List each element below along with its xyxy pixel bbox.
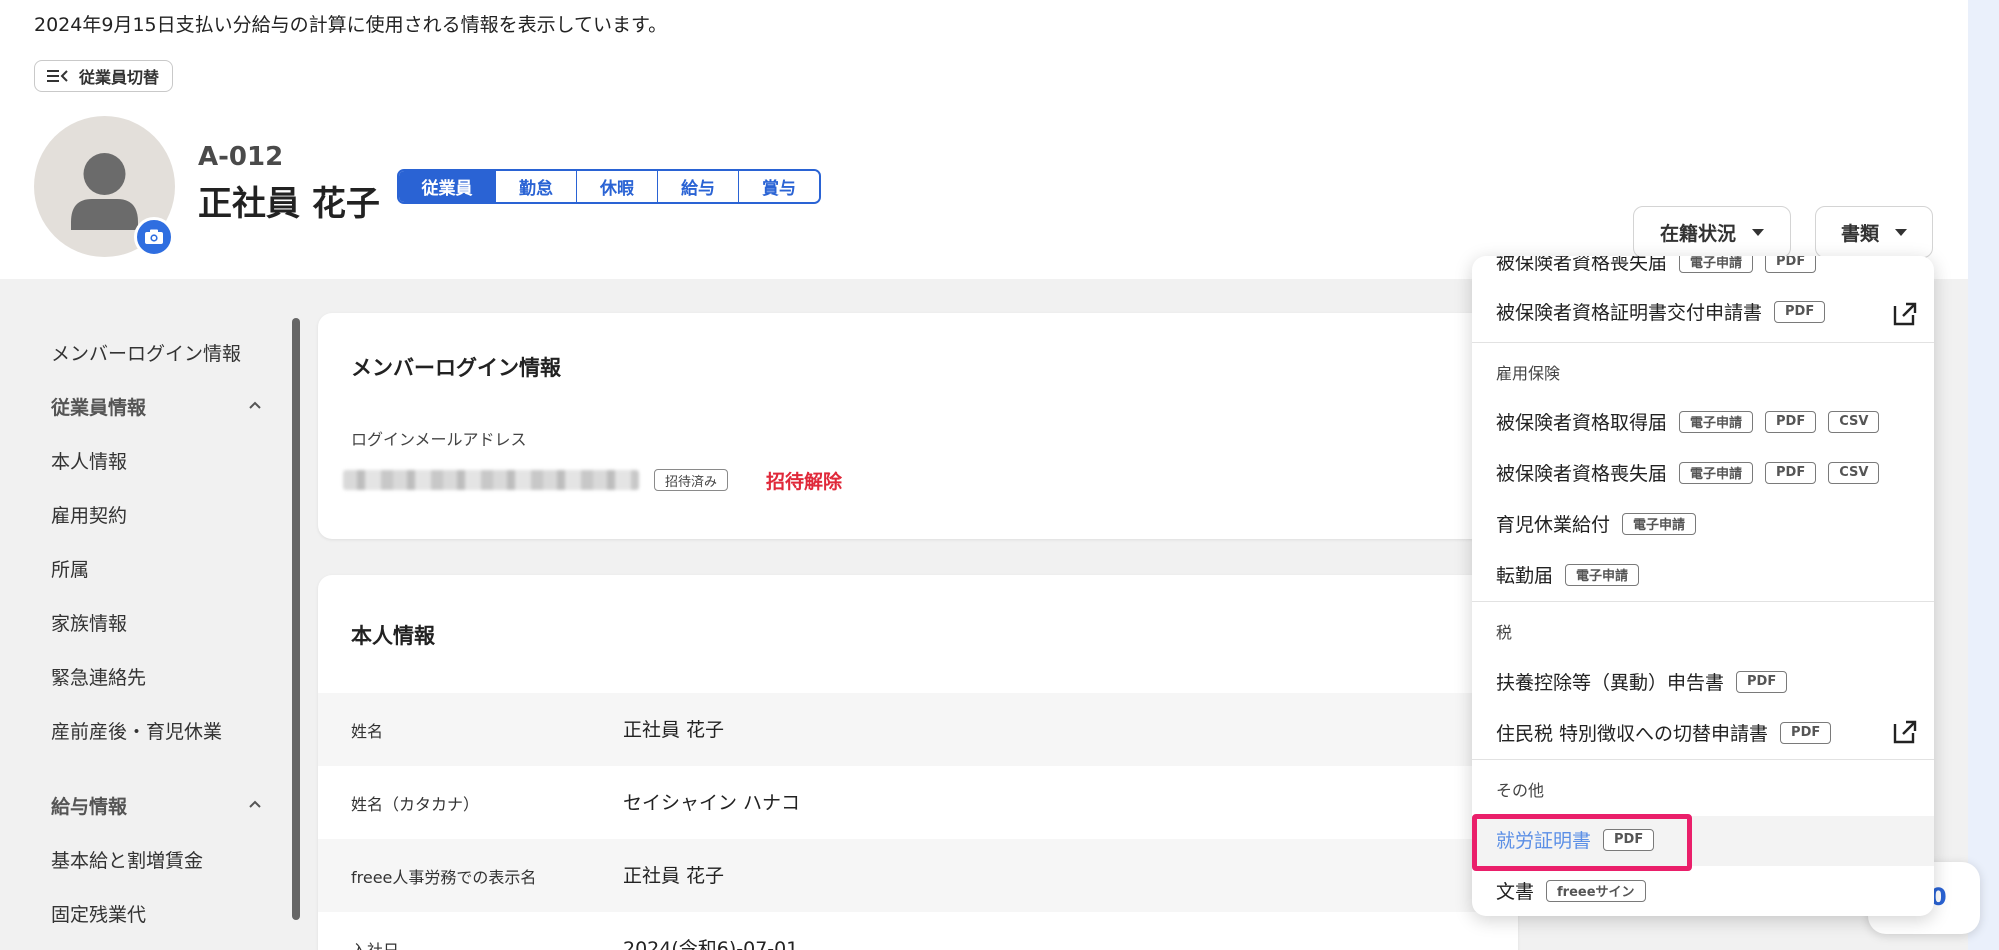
sidebar-item-member-login[interactable]: メンバーログイン情報 bbox=[51, 339, 241, 366]
documents-menu: 被保険者資格喪失届 電子申請 PDF 被保険者資格証明書交付申請書 PDF 雇用… bbox=[1472, 256, 1934, 916]
caret-down-icon bbox=[1895, 228, 1907, 236]
external-link-icon[interactable] bbox=[1892, 719, 1918, 745]
sidebar-item-fixed-overtime[interactable]: 固定残業代 bbox=[51, 900, 146, 927]
menu-item-label: 文書 bbox=[1496, 881, 1535, 903]
personal-info-title: 本人情報 bbox=[351, 624, 435, 648]
menu-item-label: 被保険者資格喪失届 bbox=[1496, 463, 1668, 485]
row-label: 姓名 bbox=[351, 722, 384, 741]
employee-switch-button[interactable]: 従業員切替 bbox=[34, 60, 174, 92]
menu-item-document[interactable]: 文書 freeeサイン bbox=[1496, 877, 1646, 904]
menu-item-transfer-notice[interactable]: 転勤届 電子申請 bbox=[1496, 561, 1640, 588]
menu-item-loss-of-qualification[interactable]: 被保険者資格喪失届 電子申請 PDF bbox=[1496, 256, 1817, 275]
sidebar-item-family[interactable]: 家族情報 bbox=[51, 609, 127, 636]
menu-item-childcare-benefit[interactable]: 育児休業給付 電子申請 bbox=[1496, 510, 1697, 537]
menu-divider bbox=[1472, 759, 1934, 760]
sidebar-scrollbar[interactable] bbox=[292, 318, 300, 920]
menu-section-tax: 税 bbox=[1496, 623, 1513, 642]
table-row: freee人事労務での表示名 正社員 花子 bbox=[318, 839, 1518, 912]
employee-name: 正社員 花子 bbox=[198, 184, 380, 224]
employment-status-dropdown[interactable]: 在籍状況 bbox=[1633, 206, 1791, 258]
badge-e-application: 電子申請 bbox=[1679, 461, 1754, 484]
menu-item-dependent-declaration[interactable]: 扶養控除等（異動）申告書 PDF bbox=[1496, 668, 1788, 695]
badge-pdf: PDF bbox=[1765, 461, 1817, 484]
camera-icon bbox=[145, 229, 163, 244]
sidebar-item-maternity-childcare[interactable]: 産前産後・育児休業 bbox=[51, 717, 222, 744]
highlight-box bbox=[1472, 814, 1692, 871]
tab-bonus[interactable]: 賞与 bbox=[739, 171, 819, 202]
sidebar-item-emergency-contact[interactable]: 緊急連絡先 bbox=[51, 663, 146, 690]
chevron-up-icon[interactable] bbox=[248, 398, 262, 412]
sidebar-group-salary-info[interactable]: 給与情報 bbox=[51, 792, 127, 819]
badge-e-application: 電子申請 bbox=[1679, 410, 1754, 433]
menu-item-label: 被保険者資格証明書交付申請書 bbox=[1496, 302, 1763, 324]
employment-status-label: 在籍状況 bbox=[1659, 222, 1736, 245]
table-row: 姓名 正社員 花子 bbox=[318, 693, 1518, 766]
row-value: セイシャイン ハナコ bbox=[623, 792, 801, 814]
row-value: 正社員 花子 bbox=[623, 719, 725, 741]
tab-leave[interactable]: 休暇 bbox=[577, 171, 658, 202]
payroll-info-text: 2024年9月15日支払い分給与の計算に使用される情報を表示しています。 bbox=[34, 14, 668, 36]
badge-pdf: PDF bbox=[1765, 410, 1817, 433]
badge-e-application: 電子申請 bbox=[1679, 256, 1754, 273]
menu-item-label: 扶養控除等（異動）申告書 bbox=[1496, 672, 1725, 694]
list-collapse-icon bbox=[47, 70, 68, 82]
table-row: 姓名（カタカナ） セイシャイン ハナコ bbox=[318, 766, 1518, 839]
change-photo-button[interactable] bbox=[134, 217, 174, 257]
revoke-invite-link[interactable]: 招待解除 bbox=[766, 467, 842, 494]
menu-item-label: 育児休業給付 bbox=[1496, 514, 1611, 536]
employee-code: A-012 bbox=[198, 142, 284, 172]
badge-pdf: PDF bbox=[1736, 670, 1788, 693]
login-email-value-redacted bbox=[343, 470, 639, 490]
row-label: 姓名（カタカナ） bbox=[351, 795, 480, 814]
menu-section-employment-insurance: 雇用保険 bbox=[1496, 364, 1561, 383]
login-email-label: ログインメールアドレス bbox=[351, 430, 527, 449]
menu-item-label: 住民税 特別徴収への切替申請書 bbox=[1496, 723, 1769, 745]
menu-item-resident-tax-switch[interactable]: 住民税 特別徴収への切替申請書 PDF bbox=[1496, 719, 1832, 746]
sidebar-item-personal-info[interactable]: 本人情報 bbox=[51, 447, 127, 474]
menu-divider bbox=[1472, 601, 1934, 602]
badge-csv: CSV bbox=[1828, 410, 1880, 433]
menu-item-qualification-certificate[interactable]: 被保険者資格証明書交付申請書 PDF bbox=[1496, 298, 1826, 325]
sidebar-group-employee-info[interactable]: 従業員情報 bbox=[51, 393, 146, 420]
row-value: 2024(令和6)-07-01 bbox=[623, 938, 799, 950]
menu-item-loss-notice[interactable]: 被保険者資格喪失届 電子申請 PDF CSV bbox=[1496, 459, 1880, 486]
row-value: 正社員 花子 bbox=[623, 865, 725, 887]
menu-item-acquisition-notice[interactable]: 被保険者資格取得届 電子申請 PDF CSV bbox=[1496, 408, 1880, 435]
menu-section-other: その他 bbox=[1496, 781, 1545, 800]
right-edge-panel bbox=[1968, 0, 1999, 950]
caret-down-icon bbox=[1752, 228, 1764, 236]
tab-attendance[interactable]: 勤怠 bbox=[496, 171, 577, 202]
documents-dropdown[interactable]: 書類 bbox=[1815, 206, 1933, 258]
badge-pdf: PDF bbox=[1765, 256, 1817, 273]
documents-label: 書類 bbox=[1840, 222, 1879, 245]
chevron-up-icon[interactable] bbox=[248, 797, 262, 811]
badge-e-application: 電子申請 bbox=[1622, 512, 1697, 535]
menu-item-label: 被保険者資格取得届 bbox=[1496, 412, 1668, 434]
menu-divider bbox=[1472, 342, 1934, 343]
tab-salary[interactable]: 給与 bbox=[658, 171, 739, 202]
tab-employee[interactable]: 従業員 bbox=[399, 171, 496, 202]
badge-pdf: PDF bbox=[1780, 721, 1832, 744]
employee-tabs: 従業員 勤怠 休暇 給与 賞与 bbox=[397, 169, 821, 204]
external-link-icon[interactable] bbox=[1892, 301, 1918, 327]
badge-csv: CSV bbox=[1828, 461, 1880, 484]
menu-item-label: 転勤届 bbox=[1496, 565, 1554, 587]
sidebar-item-affiliation[interactable]: 所属 bbox=[51, 555, 89, 582]
sidebar-item-employment-contract[interactable]: 雇用契約 bbox=[51, 501, 127, 528]
badge-pdf: PDF bbox=[1774, 300, 1826, 323]
employee-switch-label: 従業員切替 bbox=[79, 68, 160, 87]
invite-status-badge: 招待済み bbox=[654, 469, 729, 491]
badge-freee-sign: freeeサイン bbox=[1546, 879, 1646, 902]
badge-e-application: 電子申請 bbox=[1565, 563, 1640, 586]
sidebar-item-base-pay[interactable]: 基本給と割増賃金 bbox=[51, 846, 203, 873]
member-login-title: メンバーログイン情報 bbox=[351, 356, 561, 380]
row-label: freee人事労務での表示名 bbox=[351, 868, 537, 887]
menu-item-label: 被保険者資格喪失届 bbox=[1496, 256, 1668, 274]
row-label: 入社日 bbox=[351, 937, 399, 950]
table-row: 入社日 2024(令和6)-07-01 bbox=[318, 912, 1518, 950]
